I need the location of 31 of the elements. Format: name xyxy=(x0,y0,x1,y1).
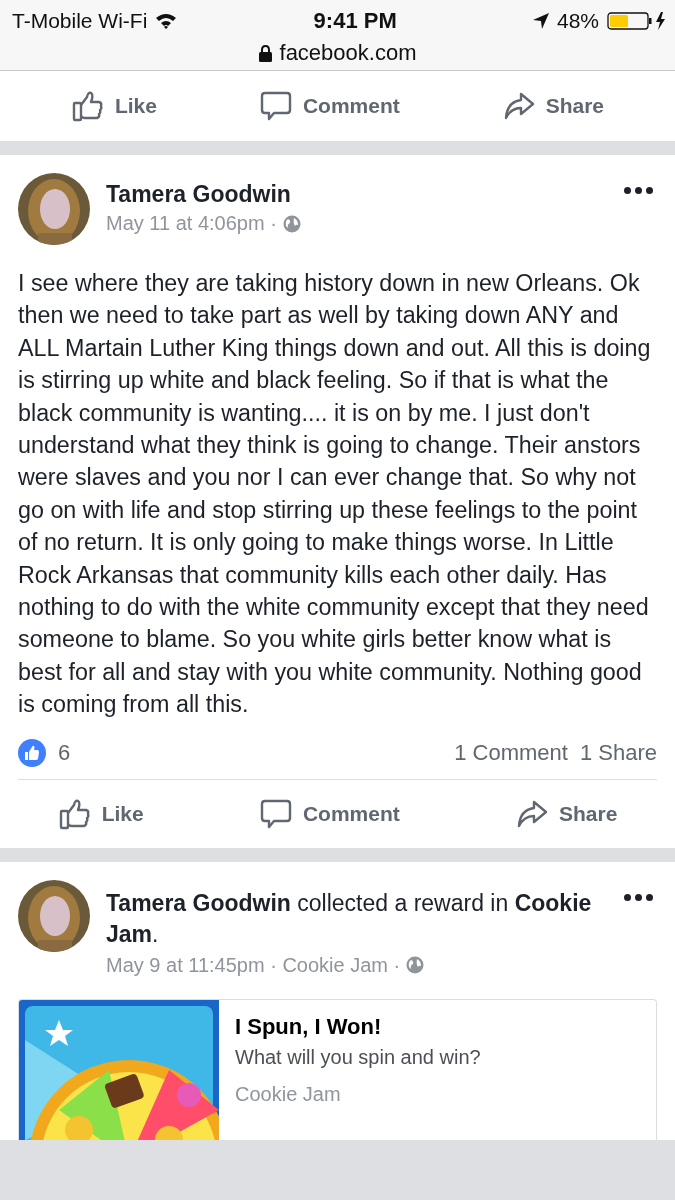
speech-bubble-icon xyxy=(258,89,293,123)
comment-button[interactable]: Comment xyxy=(250,85,408,127)
post-time: May 11 at 4:06pm · xyxy=(106,212,277,235)
post-text: I see where they are taking history down in new Orleans. Ok then we need to take part as well by taking down ANY and ALL Martain Luther King things down and out. All this is doing is stirring up white and black feeling. So if that is what the black community is wanting.... it is on by me. I just don't understand what they think is going to change. Their anstors were slaves and you nor I can ever change that. So why not go on with life and stop stirring up these feelings to the point of no return. It is only going to make things worse. In Little Rock Arkansas that community kills each other daily. Has nothing to do with the white community except that they need someone to blame. So you white girls better know what is best for all and stay with you white community. Nothing good is coming from all this. xyxy=(17,269,652,720)
wifi-icon xyxy=(155,13,178,29)
globe-icon xyxy=(282,214,301,233)
author-name[interactable]: Tamera Goodwin xyxy=(106,181,604,208)
share-count[interactable]: 1 Share xyxy=(579,739,657,766)
link-card[interactable]: I Spun, I Won! What will you spin and win? Cookie Jam xyxy=(18,998,657,1140)
url-text[interactable]: facebook.com xyxy=(279,40,417,66)
post-time: May 9 at 11:45pm · Cookie Jam · xyxy=(106,953,401,977)
location-arrow-icon xyxy=(532,13,549,29)
comment-button[interactable]: Comment xyxy=(250,792,408,835)
card-source: Cookie Jam xyxy=(235,1082,342,1106)
comment-count[interactable]: 1 Comment xyxy=(454,739,568,766)
like-button[interactable]: Like xyxy=(49,792,152,835)
battery-percentage: 48% xyxy=(556,9,599,33)
lock-icon xyxy=(258,44,272,62)
clock-time: 9:41 PM xyxy=(313,8,397,34)
card-description: What will you spin and win? xyxy=(235,1045,481,1069)
like-reaction-icon xyxy=(18,738,46,767)
like-button[interactable]: Like xyxy=(62,85,165,127)
post-headline: Tamera Goodwin collected a reward in Cookie Jam. xyxy=(106,888,593,949)
carrier-name: T-Mobile Wi-Fi xyxy=(12,9,148,33)
share-button[interactable]: Share xyxy=(507,792,626,835)
globe-icon xyxy=(406,956,425,975)
like-count[interactable]: 6 xyxy=(58,739,71,766)
thumbs-up-icon xyxy=(70,89,105,123)
share-button[interactable]: Share xyxy=(493,85,612,127)
battery-charging-icon xyxy=(607,11,667,31)
card-title: I Spun, I Won! xyxy=(235,1013,383,1040)
